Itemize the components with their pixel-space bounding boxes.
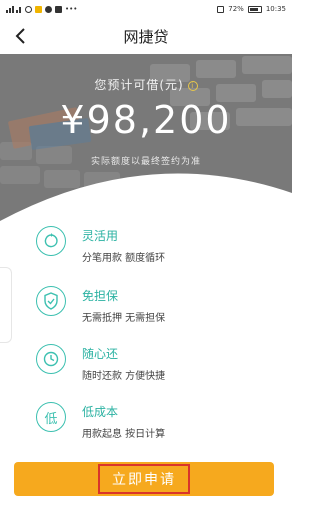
hero-curve-shape [0,173,292,222]
battery-icon [247,5,262,13]
estimated-limit-label: 您预计可借(元) [94,78,184,92]
feature-text: 随心还 随时还款 方便快捷 [82,344,165,382]
feature-text: 低成本 用款起息 按日计算 [82,402,165,440]
feature-item-no-guarantee: 免担保 无需抵押 无需担保 [36,286,165,324]
vibrate-icon [217,5,225,13]
feature-desc: 用款起息 按日计算 [82,429,166,440]
feature-desc: 分笔用款 额度循环 [82,253,166,264]
shield-check-icon [36,286,66,316]
signal-icon [6,5,22,13]
feature-item-easy-repay: 随心还 随时还款 方便快捷 [36,344,165,382]
feature-text: 免担保 无需抵押 无需担保 [82,286,165,324]
feature-title: 随心还 [82,347,119,361]
hero-subtitle: 您预计可借(元) i [0,76,292,93]
loan-amount: ¥98,200 [60,98,232,142]
feature-desc: 随时还款 方便快捷 [82,371,166,382]
nav-bar: 网捷贷 [0,18,292,54]
battery-percent: 72% [228,5,244,13]
recycle-icon [36,226,66,256]
message-icon [45,5,52,13]
hero-banner: 您预计可借(元) i ¥98,200 实际额度以最终签约为准 [0,54,292,222]
clock-time: 10:35 [265,5,286,13]
apply-button-label: 立即申请 [98,464,190,494]
more-notifications-icon: ••• [65,5,78,13]
feature-text: 灵活用 分笔用款 额度循环 [82,226,165,264]
status-left-icons: ••• [6,5,77,13]
eye-icon [25,5,32,13]
alert-icon [55,5,62,13]
back-button[interactable] [8,24,32,48]
app-notification-icon [35,5,42,13]
feature-item-low-cost: 低 低成本 用款起息 按日计算 [36,402,165,440]
feature-desc: 无需抵押 无需担保 [82,313,166,324]
side-drawer-tab[interactable] [0,267,12,343]
info-icon[interactable]: i [187,80,198,91]
feature-title: 低成本 [82,405,119,419]
feature-title: 免担保 [82,289,119,303]
status-right-icons: 72% 10:35 [217,5,286,13]
clock-icon [36,344,66,374]
apply-button[interactable]: 立即申请 [14,462,274,496]
status-bar: ••• 72% 10:35 [0,0,292,18]
feature-item-flexible: 灵活用 分笔用款 额度循环 [36,226,165,264]
page-title: 网捷贷 [123,27,169,46]
feature-title: 灵活用 [82,229,119,243]
chevron-left-icon [15,28,25,44]
low-badge-icon: 低 [36,402,66,432]
